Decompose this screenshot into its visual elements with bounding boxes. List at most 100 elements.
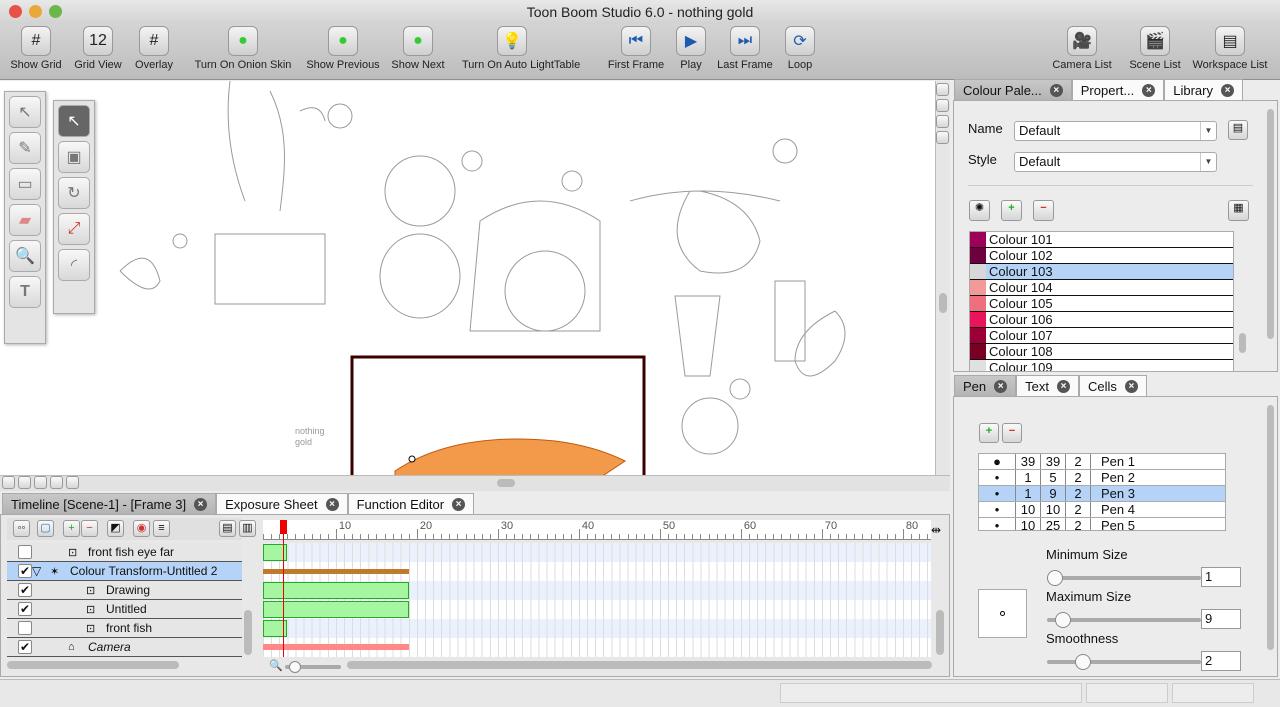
layer-row[interactable]: ✔ ⊡ Untitled: [7, 600, 242, 619]
pen-list-item[interactable]: • 1 5 2 Pen 2: [979, 470, 1225, 486]
layer-visibility-checkbox[interactable]: [18, 545, 32, 559]
zoom-window-button[interactable]: [49, 5, 62, 18]
smoothness-slider[interactable]: [1047, 654, 1201, 670]
overlay-button[interactable]: # Overlay: [104, 26, 204, 71]
eraser-tool-button[interactable]: ▰: [9, 204, 41, 236]
minimum-size-slider[interactable]: [1047, 570, 1201, 586]
colour-wheel-button[interactable]: ✺: [969, 200, 990, 221]
arrow-tool-button[interactable]: ↖: [58, 105, 90, 137]
maximum-size-input[interactable]: 9: [1201, 609, 1241, 629]
view-icon[interactable]: [936, 131, 949, 144]
pen-list-item[interactable]: • 10 10 2 Pen 4: [979, 502, 1225, 518]
frames-vertical-scrollbar[interactable]: [936, 610, 944, 655]
select-tool-button[interactable]: ↖: [9, 96, 41, 128]
close-icon[interactable]: ×: [452, 497, 466, 511]
palette-name-select[interactable]: Default ▼: [1014, 121, 1217, 141]
onion-skin-button[interactable]: ● Turn On Onion Skin: [193, 26, 293, 71]
colour-list-item[interactable]: Colour 101: [970, 232, 1233, 248]
minimize-window-button[interactable]: [29, 5, 42, 18]
maximum-size-slider[interactable]: [1047, 612, 1201, 628]
frame-row[interactable]: [263, 543, 931, 562]
remove-pen-button[interactable]: −: [1002, 423, 1022, 443]
layer-row[interactable]: ✔ ⊡ Drawing: [7, 581, 242, 600]
tab-propert-[interactable]: Propert... ×: [1071, 79, 1165, 100]
remove-layer-button[interactable]: −: [81, 520, 98, 537]
rotate-tool-button[interactable]: ↻: [58, 177, 90, 209]
drawing-canvas[interactable]: nothing gold ↖ ✎ ▭ ▰ 🔍 T ↖ ▣ ↻ ⤢ ◜: [0, 81, 935, 475]
canvas-option-icon[interactable]: [66, 476, 79, 489]
close-window-button[interactable]: [9, 5, 22, 18]
canvas-vertical-scrollbar[interactable]: [939, 293, 947, 313]
lightbulb-button[interactable]: 💡 Turn On Auto LightTable: [462, 26, 580, 71]
layer-visibility-checkbox[interactable]: ✔: [18, 602, 32, 616]
workspace-button[interactable]: ▤ Workspace List: [1180, 26, 1280, 71]
tab-timeline-scene-1-frame-3-[interactable]: Timeline [Scene-1] - [Frame 3] ×: [2, 493, 217, 514]
colour-list-item[interactable]: Colour 108: [970, 344, 1233, 360]
layers-horizontal-scrollbar[interactable]: [7, 661, 179, 669]
colour-list-item[interactable]: Colour 105: [970, 296, 1233, 312]
exposure-block[interactable]: [263, 601, 409, 618]
paint-tool-button[interactable]: ▭: [9, 168, 41, 200]
frame-row[interactable]: [263, 600, 931, 619]
tab-exposure-sheet[interactable]: Exposure Sheet ×: [216, 493, 348, 514]
eye-icon[interactable]: ◦◦: [13, 520, 30, 537]
tab-colour-pale-[interactable]: Colour Pale... ×: [954, 79, 1072, 100]
show-next-button[interactable]: ● Show Next: [368, 26, 468, 71]
frame-grid[interactable]: [263, 543, 931, 657]
exposure-block[interactable]: [263, 644, 409, 650]
timeline-zoom-slider[interactable]: [285, 661, 341, 673]
frame-row[interactable]: [263, 638, 931, 657]
frame-row[interactable]: [263, 619, 931, 638]
palette-panel-scrollbar[interactable]: [1267, 109, 1274, 339]
close-icon[interactable]: ×: [1056, 379, 1070, 393]
frame-ruler[interactable]: 10 20 30 40 50 60 70 80: [263, 520, 931, 540]
colour-list-item[interactable]: Colour 106: [970, 312, 1233, 328]
remove-keyframe-button[interactable]: ≡: [153, 520, 170, 537]
canvas-option-icon[interactable]: [18, 476, 31, 489]
exposure-block[interactable]: [263, 582, 409, 599]
palette-style-select[interactable]: Default ▼: [1014, 152, 1217, 172]
colour-list-scrollbar[interactable]: [1239, 333, 1246, 353]
layer-properties-icon[interactable]: ◩: [107, 520, 124, 537]
tab-cells[interactable]: Cells ×: [1078, 375, 1147, 396]
pen-list-item[interactable]: ● 39 39 2 Pen 1: [979, 454, 1225, 470]
view-icon[interactable]: [936, 115, 949, 128]
playhead[interactable]: [280, 520, 288, 657]
layer-visibility-checkbox[interactable]: ✔: [18, 583, 32, 597]
expand-triangle-icon[interactable]: ▽: [32, 564, 50, 578]
zoom-tool-button[interactable]: 🔍: [9, 240, 41, 272]
add-colour-button[interactable]: +: [1001, 200, 1022, 221]
tab-text[interactable]: Text ×: [1016, 375, 1079, 396]
colour-list-item[interactable]: Colour 107: [970, 328, 1233, 344]
canvas-option-icon[interactable]: [34, 476, 47, 489]
layer-row[interactable]: ⊡ front fish eye far: [7, 543, 242, 562]
loop-button[interactable]: ⟳ Loop: [750, 26, 850, 71]
outline-icon[interactable]: ▢: [37, 520, 54, 537]
close-icon[interactable]: ×: [1049, 83, 1063, 97]
frame-row[interactable]: [263, 562, 931, 581]
text-tool-button[interactable]: T: [9, 276, 41, 308]
tab-pen[interactable]: Pen ×: [954, 375, 1017, 396]
exposure-block[interactable]: [263, 569, 409, 574]
pencil-tool-button[interactable]: ✎: [9, 132, 41, 164]
colour-list-item[interactable]: Colour 102: [970, 248, 1233, 264]
expand-icon[interactable]: ⇹: [931, 523, 941, 537]
layer-row[interactable]: ⊡ front fish: [7, 619, 242, 638]
canvas-option-icon[interactable]: [50, 476, 63, 489]
swatch-view-button[interactable]: ▦: [1228, 200, 1249, 221]
view-icon[interactable]: [936, 83, 949, 96]
frame-row[interactable]: [263, 581, 931, 600]
smoothness-input[interactable]: 2: [1201, 651, 1241, 671]
colour-list-item[interactable]: Colour 109: [970, 360, 1233, 371]
frames-horizontal-scrollbar[interactable]: [347, 661, 932, 669]
remove-colour-button[interactable]: −: [1033, 200, 1054, 221]
pen-panel-scrollbar[interactable]: [1267, 405, 1274, 650]
pen-list-item[interactable]: • 1 9 2 Pen 3: [979, 486, 1225, 502]
close-icon[interactable]: ×: [325, 497, 339, 511]
layer-visibility-checkbox[interactable]: ✔: [18, 640, 32, 654]
layer-row[interactable]: ✔ ⌂ Camera: [7, 638, 242, 657]
add-layer-button[interactable]: +: [63, 520, 80, 537]
close-icon[interactable]: ×: [1220, 83, 1234, 97]
clapper-icon[interactable]: ▤: [219, 520, 236, 537]
layer-visibility-checkbox[interactable]: ✔: [18, 564, 32, 578]
